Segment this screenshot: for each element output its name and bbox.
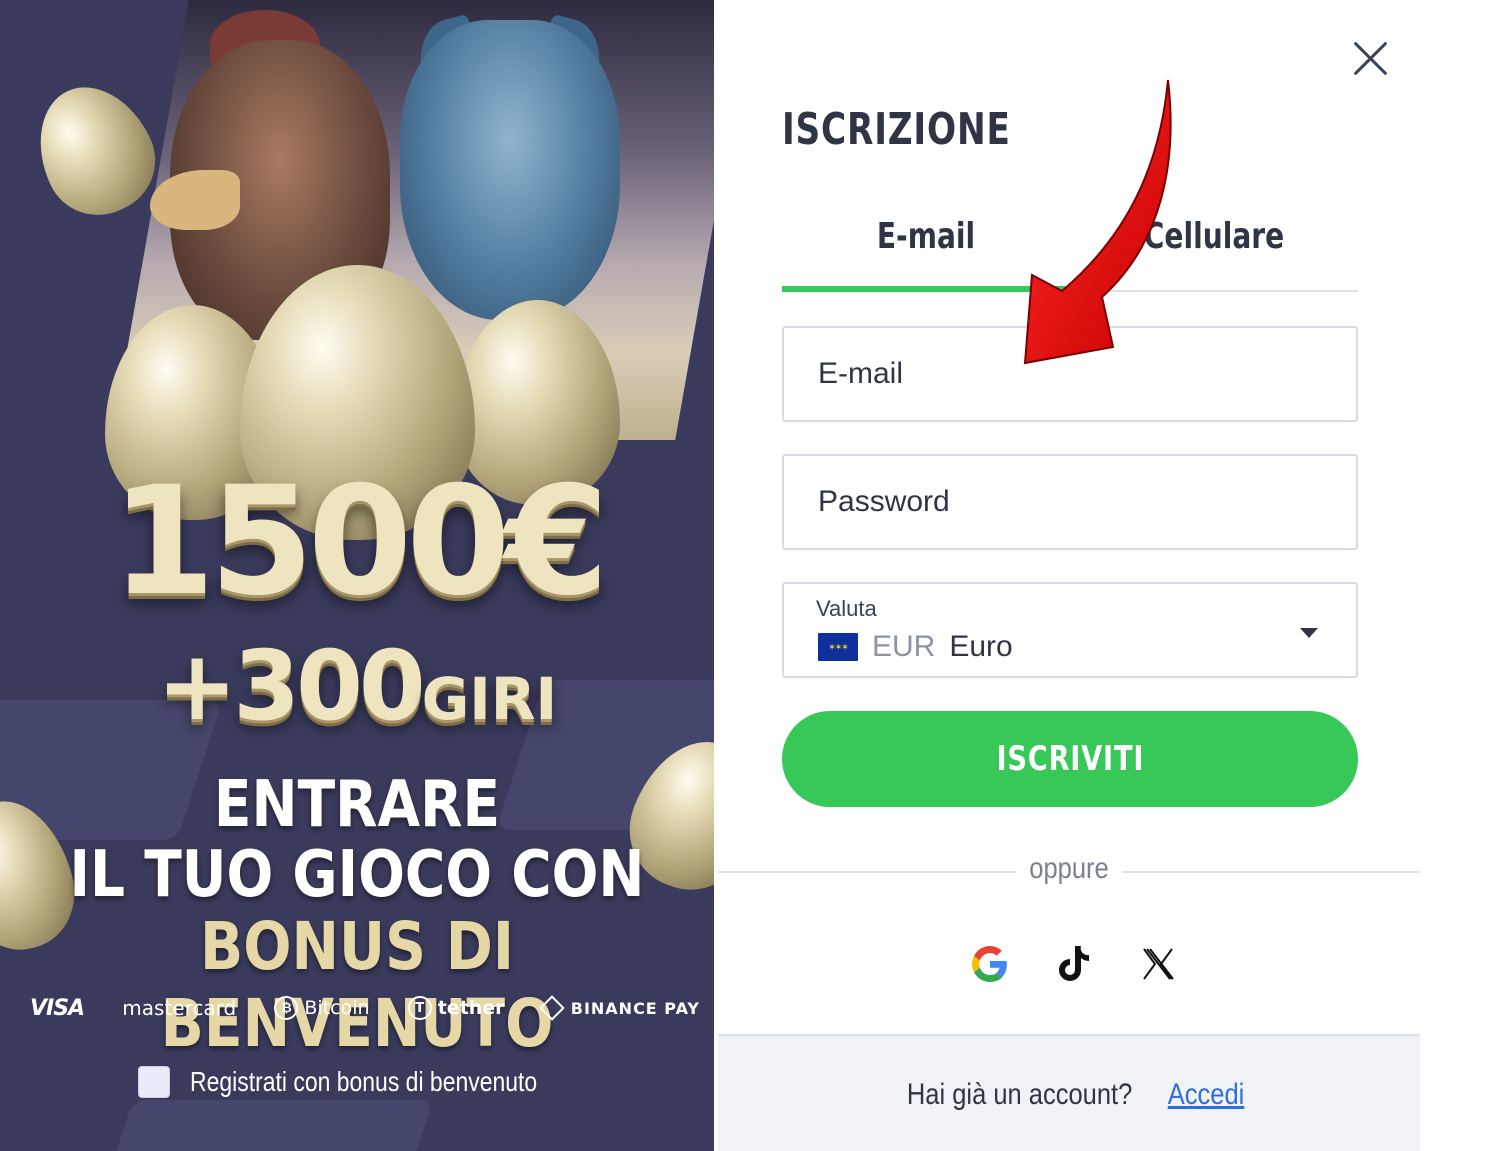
currency-name: Euro	[949, 630, 1013, 663]
register-button[interactable]: ISCRIVITI	[782, 711, 1358, 807]
welcome-bonus-checkbox[interactable]	[138, 1066, 170, 1098]
welcome-bonus-label[interactable]: Registrati con bonus di benvenuto	[190, 1066, 537, 1098]
google-icon	[972, 946, 1007, 982]
currency-selected-value: ✶✶✶ EUR Euro	[818, 630, 1013, 664]
or-divider: oppure	[718, 850, 1420, 892]
eu-flag-icon: ✶✶✶	[818, 633, 858, 661]
login-prompt: Hai già un account? Accedi	[718, 1078, 1420, 1112]
tiktok-login-button[interactable]	[1052, 940, 1096, 988]
wolf-character	[400, 20, 620, 320]
promo-headline-1: ENTRARE	[213, 768, 501, 842]
x-icon	[1143, 948, 1174, 980]
currency-label: Valuta	[816, 596, 877, 621]
currency-select[interactable]: Valuta ✶✶✶ EUR Euro	[782, 582, 1358, 678]
login-link[interactable]: Accedi	[1167, 1078, 1244, 1112]
mastercard-label: mastercard	[122, 996, 237, 1020]
visa-logo: VISA	[30, 995, 85, 1021]
binance-label: BINANCE PAY	[570, 998, 700, 1018]
bitcoin-logo: ₿ Bitcoin	[274, 996, 370, 1020]
login-question: Hai già un account?	[907, 1078, 1133, 1111]
promo-banner: 1500€ +300GIRI ENTRARE IL TUO GIOCO CON …	[0, 0, 714, 1151]
currency-code: EUR	[872, 630, 936, 663]
visa-label: VISA	[30, 995, 85, 1021]
tiktok-icon	[1059, 946, 1089, 981]
divider-line	[718, 871, 1016, 873]
password-field	[782, 454, 1358, 550]
tether-logo: Ttether	[407, 996, 505, 1020]
promo-headline-2: IL TUO GIOCO CON	[69, 838, 645, 912]
tether-icon: T	[407, 996, 432, 1020]
spins-number: +300	[156, 630, 426, 742]
chevron-down-icon	[1300, 628, 1318, 638]
x-login-button[interactable]	[1136, 940, 1180, 988]
annotation-arrow-icon	[1023, 79, 1172, 365]
divider-line	[1122, 871, 1420, 873]
google-login-button[interactable]	[968, 940, 1012, 988]
or-divider-text: oppure	[1029, 852, 1109, 885]
spins-unit: GIRI	[421, 665, 558, 733]
bonus-spins: +300GIRI	[0, 630, 714, 742]
tab-email-label: E-mail	[876, 216, 976, 257]
social-login-row	[968, 940, 1180, 988]
registration-title: ISCRIZIONE	[782, 104, 1011, 155]
payment-methods: VISA mastercard ₿ Bitcoin Ttether BINANCE…	[30, 990, 700, 1026]
bonus-amount: 1500€	[111, 455, 609, 629]
binance-pay-logo: BINANCE PAY	[539, 995, 700, 1021]
mastercard-logo: mastercard	[122, 996, 236, 1020]
password-input[interactable]	[784, 456, 1356, 548]
register-button-label: ISCRIVITI	[996, 739, 1144, 779]
promo-bg-tile	[107, 1100, 433, 1151]
close-icon[interactable]	[1350, 38, 1390, 78]
welcome-bonus-option[interactable]: Registrati con bonus di benvenuto	[138, 1066, 613, 1098]
bitcoin-label: Bitcoin	[304, 997, 370, 1019]
binance-icon	[539, 995, 565, 1021]
tether-label: tether	[437, 997, 505, 1019]
promo-headline-3: BONUS DI BENVENUTO	[160, 908, 554, 1062]
bitcoin-icon: ₿	[274, 996, 299, 1020]
login-footer: Hai già un account? Accedi	[718, 1034, 1420, 1151]
